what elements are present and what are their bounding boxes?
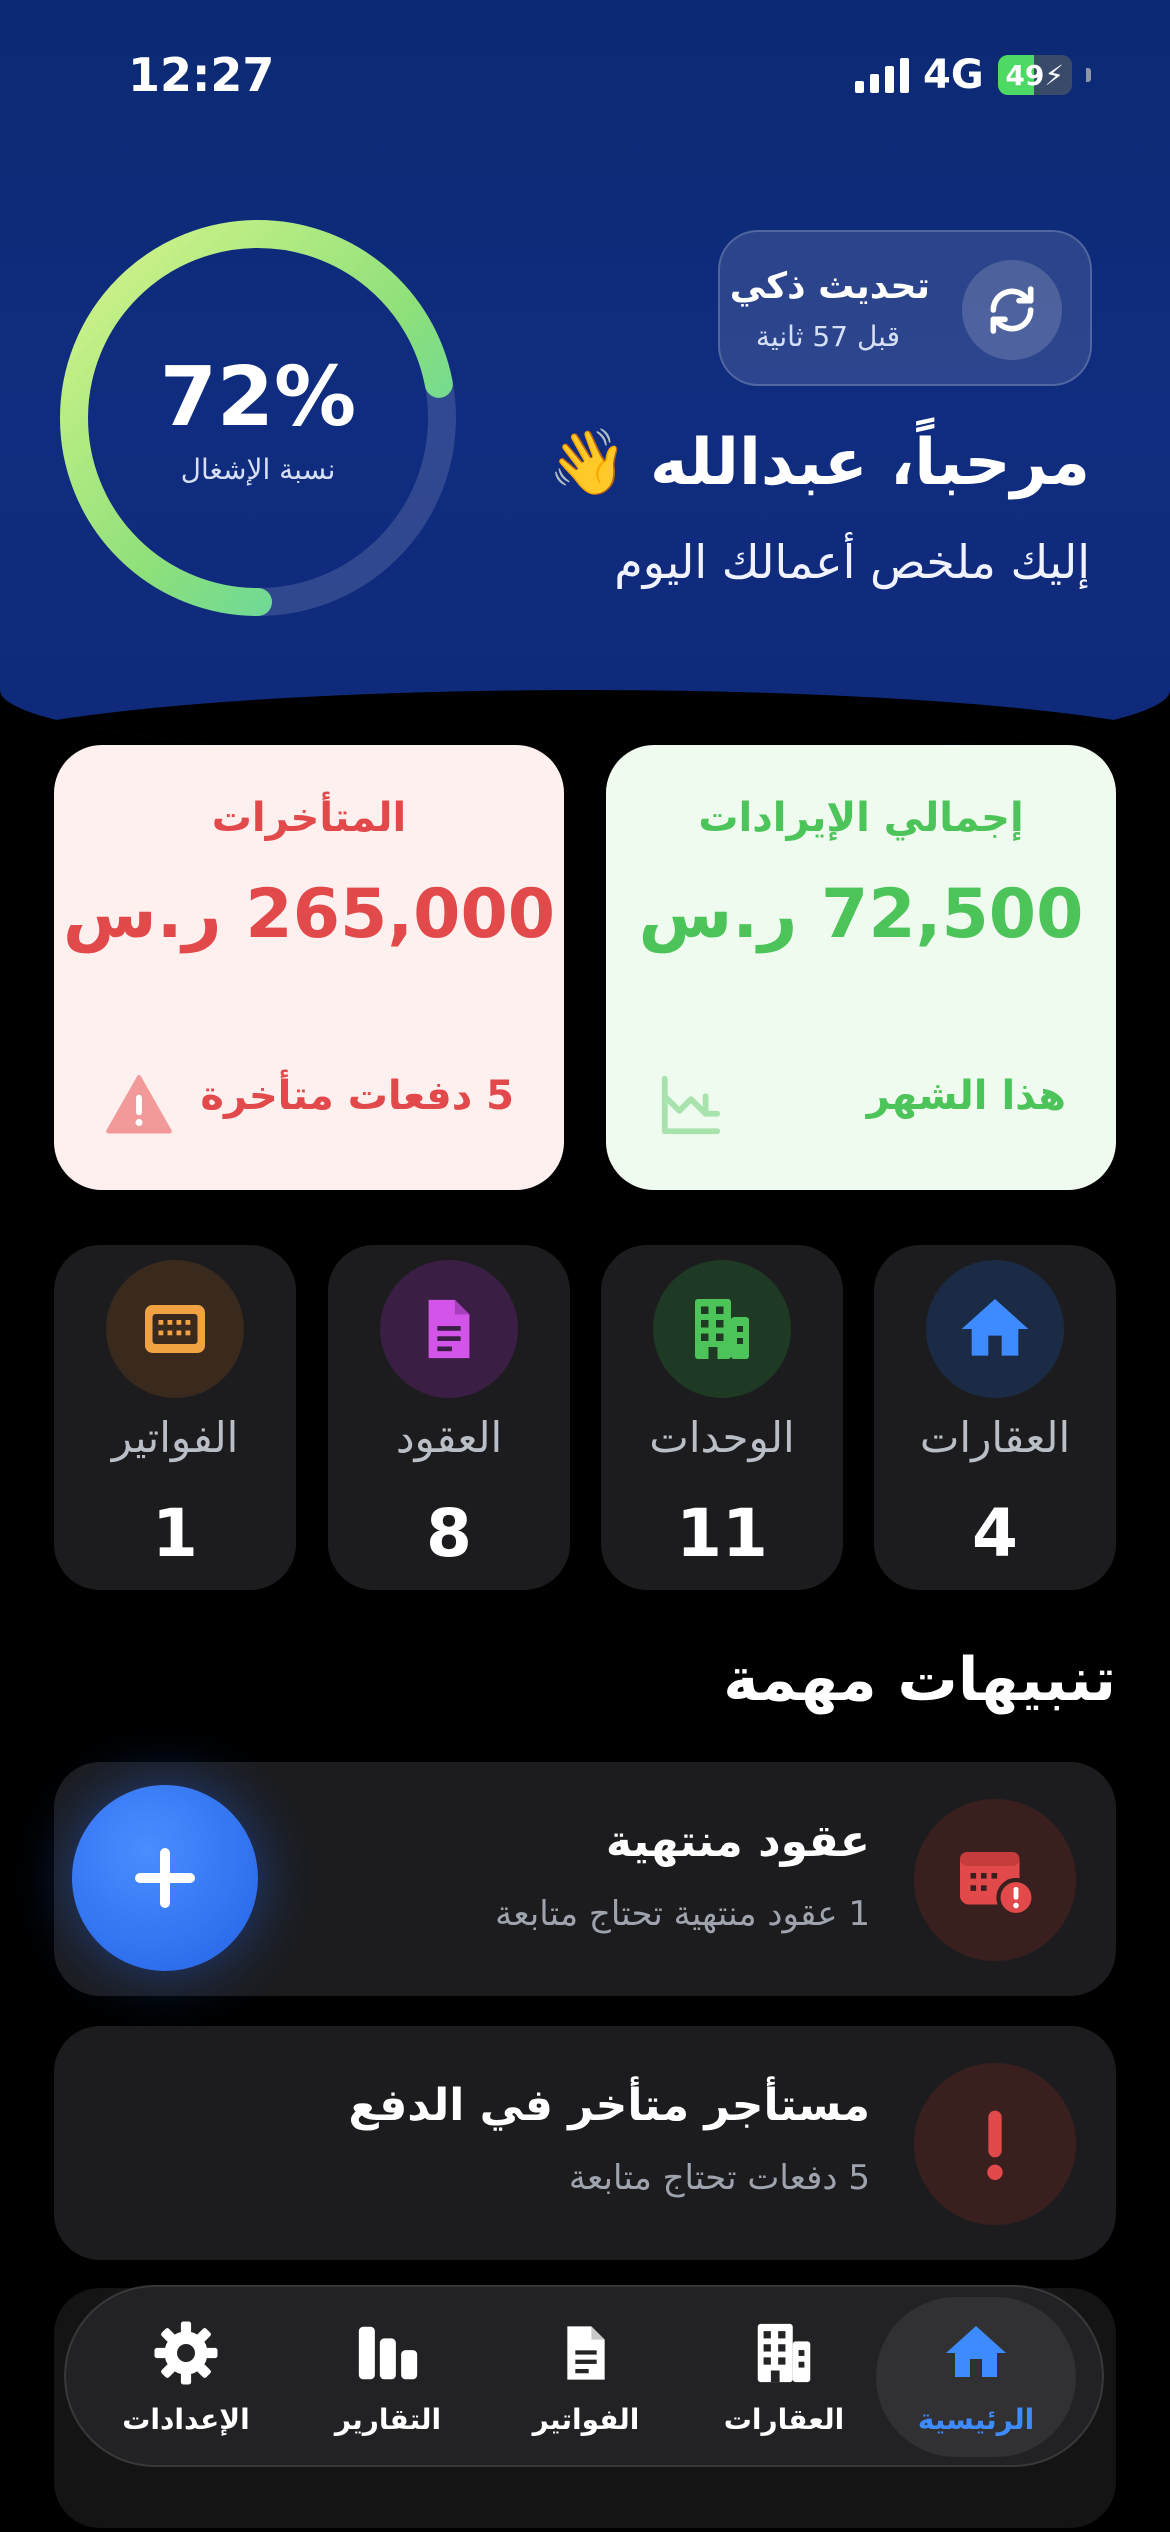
overdue-amount: 265,000 ر.س — [62, 875, 556, 954]
stat-tile-units[interactable]: الوحدات 11 — [601, 1245, 843, 1590]
building-icon — [653, 1260, 791, 1398]
house-icon — [926, 1260, 1064, 1398]
document-icon — [550, 2315, 622, 2391]
tab-label: العقارات — [723, 2403, 845, 2436]
gear-icon — [150, 2315, 222, 2391]
chart-icon — [661, 1075, 721, 1135]
alert-title: مستأجر متأخر في الدفع — [348, 2080, 870, 2131]
tab-invoices[interactable]: الفواتير — [486, 2287, 686, 2469]
tab-home[interactable]: الرئيسية — [876, 2297, 1076, 2457]
revenue-amount: 72,500 ر.س — [638, 875, 1084, 954]
stat-label: العقود — [395, 1413, 503, 1462]
home-icon — [940, 2315, 1012, 2391]
warning-icon — [106, 1075, 172, 1134]
refresh-subtitle: قبل 57 ثانية — [755, 320, 900, 353]
stat-value: 11 — [676, 1495, 768, 1572]
greeting-subtitle: إليك ملخص أعمالك اليوم — [614, 535, 1090, 589]
revenue-card[interactable]: إجمالي الإيرادات 72,500 ر.س هذا الشهر — [606, 745, 1116, 1190]
overdue-card[interactable]: المتأخرات 265,000 ر.س 5 دفعات متأخرة — [54, 745, 564, 1190]
overdue-count: 5 دفعات متأخرة — [200, 1073, 514, 1119]
greeting-title: مرحباً، عبدالله 👋 — [548, 426, 1090, 500]
invoice-icon — [106, 1260, 244, 1398]
smart-refresh-button[interactable]: تحديث ذكي قبل 57 ثانية — [718, 230, 1092, 386]
building-icon — [748, 2315, 820, 2391]
bar-chart-icon — [352, 2315, 424, 2391]
occupancy-center: 72% نسبة الإشغال — [58, 218, 458, 618]
stat-label: العقارات — [919, 1413, 1071, 1462]
tab-settings[interactable]: الإعدادات — [86, 2287, 286, 2469]
stat-label: الفواتير — [111, 1413, 239, 1462]
refresh-icon — [962, 260, 1062, 360]
alerts-section-title: تنبيهات مهمة — [723, 1645, 1116, 1715]
revenue-period: هذا الشهر — [866, 1073, 1066, 1119]
stat-value: 4 — [972, 1495, 1018, 1572]
network-type: 4G — [923, 52, 984, 98]
exclamation-icon — [914, 2063, 1076, 2225]
add-button[interactable] — [72, 1785, 258, 1971]
alert-subtitle: 1 عقود منتهية تحتاج متابعة — [495, 1894, 870, 1934]
status-time: 12:27 — [128, 48, 275, 102]
tab-label: التقارير — [334, 2403, 442, 2436]
plus-icon — [135, 1848, 195, 1908]
occupancy-value: 72% — [159, 350, 357, 445]
signal-icon — [855, 57, 909, 93]
calendar-alert-icon — [914, 1799, 1076, 1961]
tab-reports[interactable]: التقارير — [288, 2287, 488, 2469]
document-icon — [380, 1260, 518, 1398]
alert-late-tenant[interactable]: مستأجر متأخر في الدفع 5 دفعات تحتاج متاب… — [54, 2026, 1116, 2260]
stat-value: 8 — [426, 1495, 472, 1572]
overdue-title: المتأخرات — [211, 795, 407, 841]
battery-icon: 49 ⚡ — [997, 55, 1072, 95]
stat-tile-properties[interactable]: العقارات 4 — [874, 1245, 1116, 1590]
stat-value: 1 — [152, 1495, 198, 1572]
alert-subtitle: 5 دفعات تحتاج متابعة — [568, 2158, 870, 2198]
status-indicators: 4G 49 ⚡ — [855, 52, 1091, 98]
alert-title: عقود منتهية — [605, 1816, 870, 1867]
refresh-title: تحديث ذكي — [729, 266, 930, 307]
occupancy-label: نسبة الإشغال — [180, 453, 336, 486]
tab-label: الإعدادات — [122, 2403, 250, 2436]
revenue-title: إجمالي الإيرادات — [698, 795, 1024, 841]
tab-bar: الرئيسية العقارات الفواتير التقارير الإع… — [64, 2285, 1104, 2467]
stat-tile-invoices[interactable]: الفواتير 1 — [54, 1245, 296, 1590]
battery-level: 49 — [1005, 58, 1045, 92]
tab-label: الرئيسية — [917, 2403, 1035, 2436]
tab-properties[interactable]: العقارات — [684, 2287, 884, 2469]
tab-label: الفواتير — [532, 2403, 640, 2436]
stat-label: الوحدات — [649, 1413, 795, 1462]
stat-tile-contracts[interactable]: العقود 8 — [328, 1245, 570, 1590]
